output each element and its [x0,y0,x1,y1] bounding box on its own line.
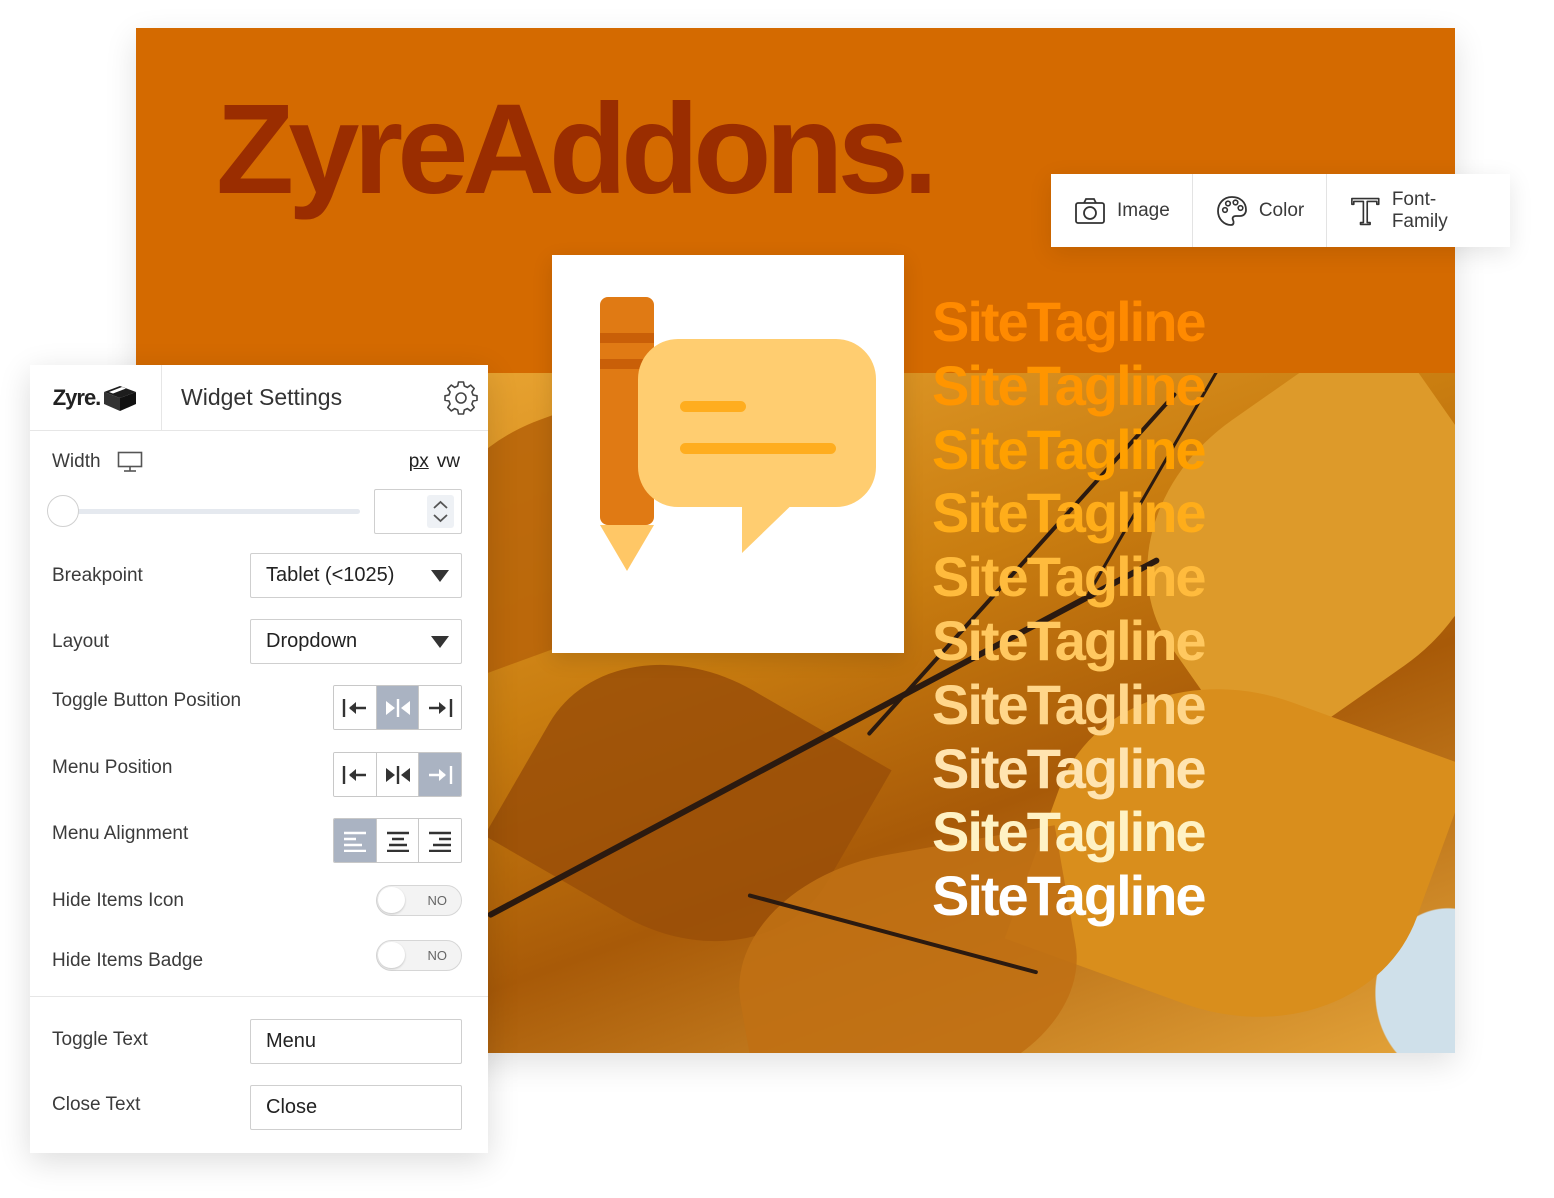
menu-position-right-button[interactable] [419,753,461,796]
toolbar-color-label: Color [1258,199,1305,221]
toolbar-font-family-label: Font-Family [1391,188,1448,232]
site-tagline: SiteTagline [932,800,1207,864]
menu-alignment-label: Menu Alignment [52,822,189,844]
site-tagline: SiteTagline [932,672,1207,736]
menu-position-center-button[interactable] [376,753,420,796]
chevron-down-icon [431,635,449,648]
widget-settings-panel: Zyre. Widget Settings Width px vw Breakp… [30,365,488,1153]
toggle-state: NO [427,947,448,963]
camera-icon [1075,197,1105,224]
align-center-text-button[interactable] [376,819,420,862]
toolbar-image-label: Image [1117,199,1170,221]
hide-items-icon-label: Hide Items Icon [52,889,184,911]
align-right-button[interactable] [419,819,461,862]
align-center-icon [385,765,410,784]
align-center-button[interactable] [376,686,420,729]
width-label: Width [52,451,101,472]
align-end-icon [429,698,453,717]
unit-vw[interactable]: vw [437,451,460,473]
align-left-button[interactable] [334,819,377,862]
menu-position-label: Menu Position [52,756,173,778]
align-start-icon [342,765,366,784]
hide-items-icon-toggle[interactable]: NO [376,885,462,916]
close-text-label: Close Text [52,1093,141,1115]
toggle-text-input[interactable] [250,1019,462,1064]
site-tagline: SiteTagline [932,545,1207,609]
toggle-button-position-row: Toggle Button Position [52,685,462,730]
toggle-knob [378,941,405,968]
number-spinner[interactable] [427,495,454,528]
close-text-row: Close Text [52,1085,462,1130]
hide-items-badge-row: Hide Items Badge NO [52,938,462,972]
text-align-right-icon [429,831,452,852]
breakpoint-select[interactable]: Tablet (<1025) [250,553,462,598]
align-end-icon [429,765,453,784]
layout-value: Dropdown [266,630,358,652]
close-text-input[interactable] [250,1085,462,1130]
menu-position-left-button[interactable] [334,753,377,796]
gear-icon [444,380,478,415]
hero-title: ZyreAddons. [216,78,938,221]
layout-row: Layout Dropdown [52,619,462,664]
desktop-icon[interactable] [117,451,143,473]
section-divider [30,996,488,997]
menu-alignment-row: Menu Alignment [52,818,462,863]
hide-items-icon-row: Hide Items Icon NO [52,885,462,916]
type-icon [1351,197,1380,225]
zyre-logo: Zyre. [30,365,162,430]
site-tagline: SiteTagline [932,353,1207,417]
width-slider-track[interactable] [52,509,360,514]
text-align-center-icon [386,831,409,852]
align-center-icon [385,698,410,717]
logo-text: Zyre. [52,384,102,410]
align-start-button[interactable] [334,686,377,729]
toolbar-font-family-button[interactable]: Font-Family [1327,174,1510,247]
menu-alignment-control [333,818,462,863]
unit-px[interactable]: px [409,451,429,473]
palette-icon [1216,195,1247,226]
layout-label: Layout [52,630,110,652]
toggle-knob [378,887,405,913]
box-logo-icon [104,385,137,411]
align-end-button[interactable] [419,686,461,729]
toggle-button-position-control [333,685,462,730]
toggle-state: NO [427,893,448,908]
tagline-stack: SiteTagline SiteTagline SiteTagline SiteTag… [932,290,1207,928]
hide-items-badge-toggle[interactable]: NO [376,939,462,971]
text-align-left-icon [343,831,366,852]
site-tagline: SiteTagline [932,481,1207,545]
menu-position-control [333,752,462,797]
toggle-text-label: Toggle Text [52,1028,148,1050]
style-toolbar: Image Color Font-Family [1051,174,1510,247]
align-start-icon [342,698,366,717]
chat-pencil-icon [600,297,876,571]
toolbar-image-button[interactable]: Image [1051,174,1193,247]
toolbar-color-button[interactable]: Color [1193,174,1328,247]
layout-select[interactable]: Dropdown [250,619,462,664]
menu-position-row: Menu Position [52,752,462,797]
chevron-down-icon [431,569,449,582]
breakpoint-row: Breakpoint Tablet (<1025) [52,553,462,598]
settings-button[interactable] [434,380,488,415]
breakpoint-label: Breakpoint [52,564,143,586]
panel-header: Zyre. Widget Settings [30,365,488,431]
breakpoint-value: Tablet (<1025) [266,564,395,586]
toggle-text-row: Toggle Text [52,1019,462,1064]
width-slider-handle[interactable] [47,495,79,527]
toggle-button-position-label: Toggle Button Position [52,689,242,711]
site-tagline: SiteTagline [932,864,1207,928]
width-row: Width px vw [52,451,462,473]
site-tagline: SiteTagline [932,608,1207,672]
up-down-icon [433,500,448,523]
site-tagline: SiteTagline [932,290,1207,353]
hide-items-badge-label: Hide Items Badge [52,950,204,971]
width-number-input[interactable] [374,489,462,534]
panel-title: Widget Settings [181,384,343,410]
site-tagline: SiteTagline [932,736,1207,800]
site-tagline: SiteTagline [932,417,1207,481]
chat-pencil-icon-card [552,255,904,653]
